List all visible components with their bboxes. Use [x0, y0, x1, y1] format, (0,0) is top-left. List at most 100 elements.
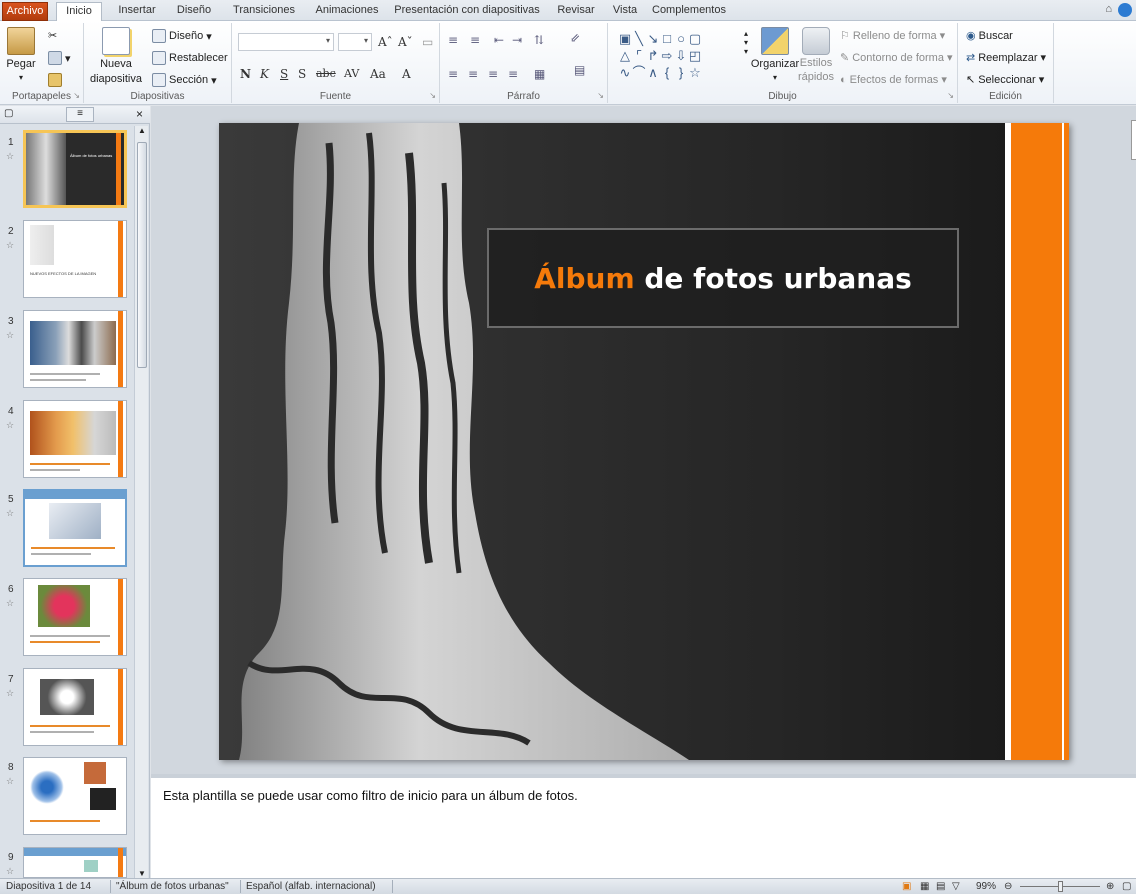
bold-button[interactable]: N [240, 67, 251, 81]
tab-diseno[interactable]: Diseño [170, 2, 218, 21]
dialog-launcher-icon[interactable]: ↘ [429, 91, 436, 100]
paste-button[interactable]: Pegar ▾ [4, 27, 38, 82]
slide-title[interactable]: Álbum de fotos urbanas [534, 262, 912, 295]
slide-thumbnail-3[interactable] [23, 310, 127, 388]
strikethrough-button[interactable]: abc [316, 67, 336, 80]
font-family-combo[interactable]: ▾ [238, 33, 334, 51]
help-icon[interactable] [1118, 3, 1132, 17]
slide-thumbnail-7[interactable] [23, 668, 127, 746]
tab-transiciones[interactable]: Transiciones [226, 2, 302, 21]
right-arrow-shape-icon[interactable]: ⇨ [660, 48, 674, 64]
line-shape-icon[interactable]: ╲ [632, 31, 646, 47]
align-right-icon[interactable]: ≡ [488, 67, 498, 81]
quick-styles-button[interactable]: Estilos rápidos [798, 27, 834, 83]
layout-button[interactable]: Diseño ▾ [152, 29, 212, 43]
align-left-icon[interactable]: ≡ [448, 67, 458, 81]
slide-thumbnail-6[interactable] [23, 578, 127, 656]
decrease-indent-icon[interactable]: ⇤ [494, 33, 504, 47]
rounded-rect-shape-icon[interactable]: ▢ [688, 31, 702, 47]
shape-fill-button[interactable]: ⚐ Relleno de forma ▾ [840, 29, 945, 43]
section-button[interactable]: Sección ▾ [152, 73, 217, 87]
oval-shape-icon[interactable]: ○ [674, 31, 688, 47]
zoom-out-icon[interactable]: ⊖ [1004, 881, 1012, 892]
shape-effects-button[interactable]: ◐ Efectos de formas ▾ [840, 73, 947, 87]
slides-tab-icon[interactable]: ▢ [4, 108, 13, 119]
line-spacing-icon[interactable]: ⇅ [534, 33, 544, 47]
star-shape-icon[interactable]: ☆ [688, 65, 702, 81]
bullets-icon[interactable]: ≡ [448, 33, 458, 47]
select-button[interactable]: ↖ Seleccionar ▾ [966, 73, 1044, 87]
freeform-shape-icon[interactable]: ◰ [688, 48, 702, 64]
fit-to-window-icon[interactable]: ▢ [1122, 881, 1131, 892]
right-brace-shape-icon[interactable]: } [674, 65, 688, 81]
columns-icon[interactable]: ▦ [534, 67, 545, 81]
reset-button[interactable]: Restablecer [152, 51, 228, 65]
tab-inicio[interactable]: Inicio [56, 2, 102, 21]
zoom-level[interactable]: 99% [976, 881, 996, 892]
textbox-shape-icon[interactable]: ▣ [618, 31, 632, 47]
triangle-shape-icon[interactable]: △ [618, 48, 632, 64]
shape-outline-button[interactable]: ✎ Contorno de forma ▾ [840, 51, 952, 65]
zoom-slider-thumb[interactable] [1058, 881, 1063, 892]
arrange-button[interactable]: Organizar ▾ [751, 27, 799, 82]
slide-thumbnail-9[interactable] [23, 847, 127, 878]
slide-thumbnail-2[interactable]: NUEVOS EFECTOS DE LA IMAGEN [23, 220, 127, 298]
replace-button[interactable]: ⇄ Reemplazar ▾ [966, 51, 1046, 65]
italic-button[interactable]: K [260, 67, 269, 81]
tab-archivo[interactable]: Archivo [2, 2, 48, 21]
zoom-in-icon[interactable]: ⊕ [1106, 881, 1114, 892]
tab-presentacion[interactable]: Presentación con diapositivas [392, 2, 542, 21]
scroll-up-icon[interactable]: ▲ [138, 126, 146, 135]
shapes-gallery[interactable]: ▣ ╲ ↘ □ ○ ▢ △ ⌜ ↱ ⇨ ⇩ ◰ ∿ ⌒ ∧{} ☆ [618, 31, 742, 82]
outline-tab-icon[interactable]: ≡ [66, 107, 94, 122]
justify-icon[interactable]: ≡ [508, 67, 518, 81]
slide-thumbnail-4[interactable] [23, 400, 127, 478]
underline-button[interactable]: S [280, 67, 288, 81]
normal-view-icon[interactable]: ▣ [902, 881, 911, 892]
current-slide[interactable]: Álbum de fotos urbanas [219, 123, 1069, 760]
shapes-more-button[interactable]: ▴ ▾ ▾ [744, 29, 748, 56]
rectangle-shape-icon[interactable]: □ [660, 31, 674, 47]
tab-complementos[interactable]: Complementos [648, 2, 730, 21]
tab-vista[interactable]: Vista [608, 2, 642, 21]
close-icon[interactable]: × [136, 107, 143, 121]
minimize-ribbon-icon[interactable]: ⌂ [1105, 3, 1112, 17]
vertical-scroll-handle[interactable] [1131, 120, 1136, 160]
elbow-arrow-shape-icon[interactable]: ↱ [646, 48, 660, 64]
arrow-line-shape-icon[interactable]: ↘ [646, 31, 660, 47]
scroll-down-icon[interactable]: ▼ [138, 869, 146, 878]
dialog-launcher-icon[interactable]: ↘ [597, 91, 604, 100]
cut-icon[interactable]: ✂ [48, 29, 57, 42]
reading-view-icon[interactable]: ▤ [936, 881, 945, 892]
slide-thumbnail-5[interactable] [23, 489, 127, 567]
tab-animaciones[interactable]: Animaciones [308, 2, 386, 21]
shadow-button[interactable]: S [298, 67, 306, 81]
slide-sorter-icon[interactable]: ▦ [920, 881, 929, 892]
arc-shape-icon[interactable]: ⌒ [632, 65, 646, 81]
curve-shape-icon[interactable]: ∿ [618, 65, 632, 81]
language-indicator[interactable]: Español (alfab. internacional) [246, 881, 376, 892]
notes-text[interactable]: Esta plantilla se puede usar como filtro… [163, 788, 578, 803]
elbow-shape-icon[interactable]: ⌜ [632, 48, 646, 64]
font-color-button[interactable]: A [402, 67, 411, 81]
dialog-launcher-icon[interactable]: ↘ [73, 91, 80, 100]
thumbnail-scrollbar[interactable]: ▲ ▼ [134, 126, 148, 878]
scribble-shape-icon[interactable]: ∧ [646, 65, 660, 81]
shrink-font-icon[interactable]: Aˇ [398, 35, 413, 49]
scrollbar-thumb[interactable] [137, 142, 147, 368]
tab-revisar[interactable]: Revisar [552, 2, 600, 21]
align-center-icon[interactable]: ≡ [468, 67, 478, 81]
align-text-icon[interactable]: ▤ [574, 63, 585, 77]
grow-font-icon[interactable]: Aˆ [378, 35, 393, 49]
tab-insertar[interactable]: Insertar [112, 2, 162, 21]
new-slide-button[interactable]: Nueva diapositiva [88, 27, 144, 85]
slide-thumbnail-1[interactable]: Álbum de fotos urbanas [23, 130, 127, 208]
copy-icon[interactable]: ▾ [48, 51, 71, 65]
increase-indent-icon[interactable]: ⇥ [512, 33, 522, 47]
spacing-button[interactable]: AV [344, 67, 359, 80]
font-size-combo[interactable]: ▾ [338, 33, 372, 51]
slide-title-box[interactable]: Álbum de fotos urbanas [487, 228, 959, 328]
left-brace-shape-icon[interactable]: { [660, 65, 674, 81]
slideshow-icon[interactable]: ▽ [952, 881, 960, 892]
slide-thumbnail-8[interactable] [23, 757, 127, 835]
